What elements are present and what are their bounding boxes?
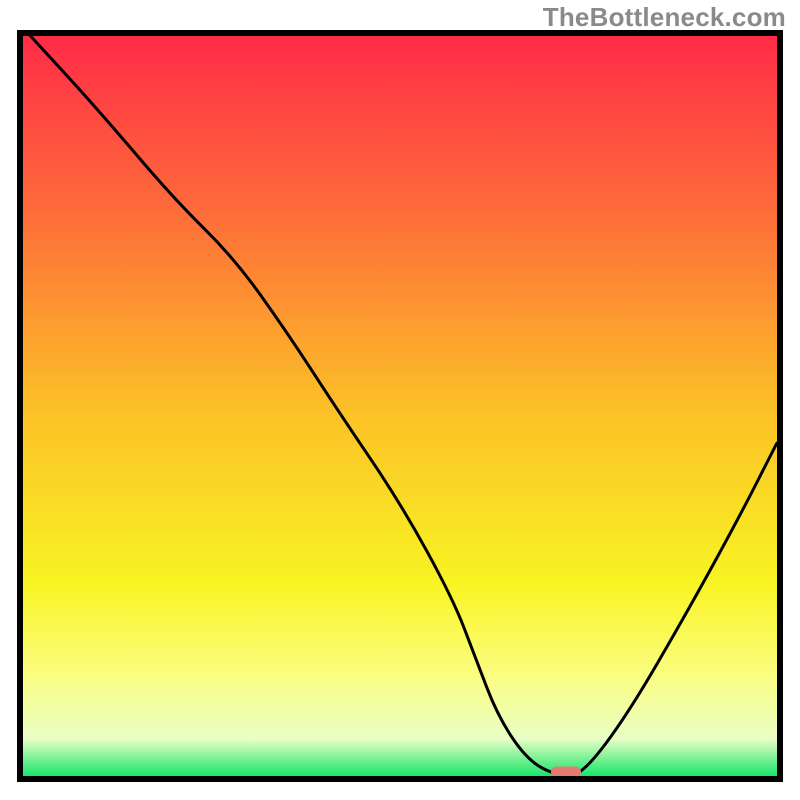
figure-root: TheBottleneck.com: [0, 0, 800, 800]
watermark-text: TheBottleneck.com: [543, 2, 786, 33]
bottleneck-curve: [23, 36, 777, 776]
plot-area: [17, 30, 783, 782]
